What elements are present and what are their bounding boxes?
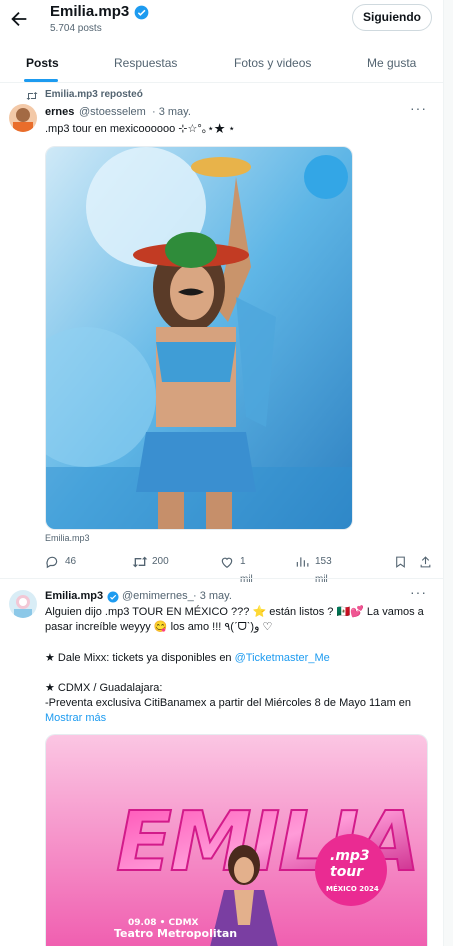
tweet-text-line: pasar increíble weyyy 😋 los amo !!! ٩(ˊᗜ… [45, 621, 273, 633]
view-count: 153 mil [315, 556, 332, 585]
tweet-text-line: ★ Dale Mixx: tickets ya disponibles en @… [45, 651, 330, 666]
repost-icon [132, 556, 148, 568]
profile-name: Emilia.mp3 [50, 3, 130, 20]
like-count: 1 mil [240, 556, 253, 585]
tab-replies[interactable]: Respuestas [114, 45, 177, 83]
tweet-divider [0, 578, 443, 579]
more-options-icon[interactable]: ··· [410, 100, 427, 116]
author-handle[interactable]: @stoesselem [79, 106, 146, 118]
verified-badge-icon [107, 591, 119, 603]
tweet-text: .mp3 tour en mexicoooooo ⊹☆°｡⋆★ ⋆ [45, 123, 236, 135]
poster-badge: tour [330, 864, 364, 880]
tweet-image[interactable]: EMILIA .mp3 tour MÉXICO 2024 09.08 • CDM… [45, 734, 428, 946]
show-more-link[interactable]: Mostrar más [45, 711, 106, 726]
reply-icon [46, 556, 58, 569]
mention-link[interactable]: @Ticketmaster_Me [235, 652, 330, 664]
more-options-icon[interactable]: ··· [410, 584, 427, 600]
reply-count: 46 [65, 556, 77, 567]
back-arrow-icon[interactable] [8, 8, 30, 30]
media-caption[interactable]: Emilia.mp3 [45, 533, 90, 543]
tweet-text-line: ★ CDMX / Guadalajara: [45, 682, 163, 694]
avatar[interactable] [9, 104, 37, 132]
tab-posts[interactable]: Posts [26, 45, 59, 83]
bookmark-icon [396, 556, 405, 568]
tab-likes[interactable]: Me gusta [367, 45, 416, 83]
tweet-date[interactable]: · 3 may. [193, 590, 232, 602]
tweet-image[interactable] [45, 146, 353, 530]
profile-tabs: Posts Respuestas Fotos y videos Me gusta [0, 45, 443, 83]
author-name[interactable]: Emilia.mp3 [45, 590, 103, 602]
repost-icon [26, 92, 38, 100]
poster-badge: MÉXICO 2024 [326, 884, 379, 893]
tweet-text-fragment: ★ Dale Mixx: tickets ya disponibles en [45, 652, 235, 664]
post-count: 5.704 posts [50, 23, 102, 34]
avatar[interactable] [9, 590, 37, 618]
verified-badge-icon [134, 5, 149, 20]
views-icon [296, 557, 309, 567]
heart-icon [221, 557, 233, 568]
tweet-date[interactable]: · 3 may. [152, 106, 191, 118]
repost-label: Emilia.mp3 reposteó [45, 89, 143, 100]
tweet-text-line: Alguien dijo .mp3 TOUR EN MÉXICO ??? ⭐ e… [45, 606, 424, 618]
following-button[interactable]: Siguiendo [352, 4, 432, 31]
profile-header: Emilia.mp3 5.704 posts Siguiendo [0, 0, 443, 40]
author-name[interactable]: ernes [45, 106, 74, 118]
poster-badge: .mp3 [330, 848, 370, 864]
repost-count: 200 [152, 556, 169, 567]
tweet-actions: 46 200 1 mil 153 mil [45, 553, 435, 585]
poster-venue: Teatro Metropolitan [114, 927, 237, 940]
active-tab-indicator [24, 79, 58, 82]
author-handle[interactable]: @emimernes_ [122, 590, 194, 602]
tab-photos-videos[interactable]: Fotos y videos [234, 45, 311, 83]
scrollbar[interactable] [443, 0, 453, 946]
tweet-text-line: -Preventa exclusiva CitiBanamex a partir… [45, 697, 412, 709]
share-icon [420, 556, 431, 568]
